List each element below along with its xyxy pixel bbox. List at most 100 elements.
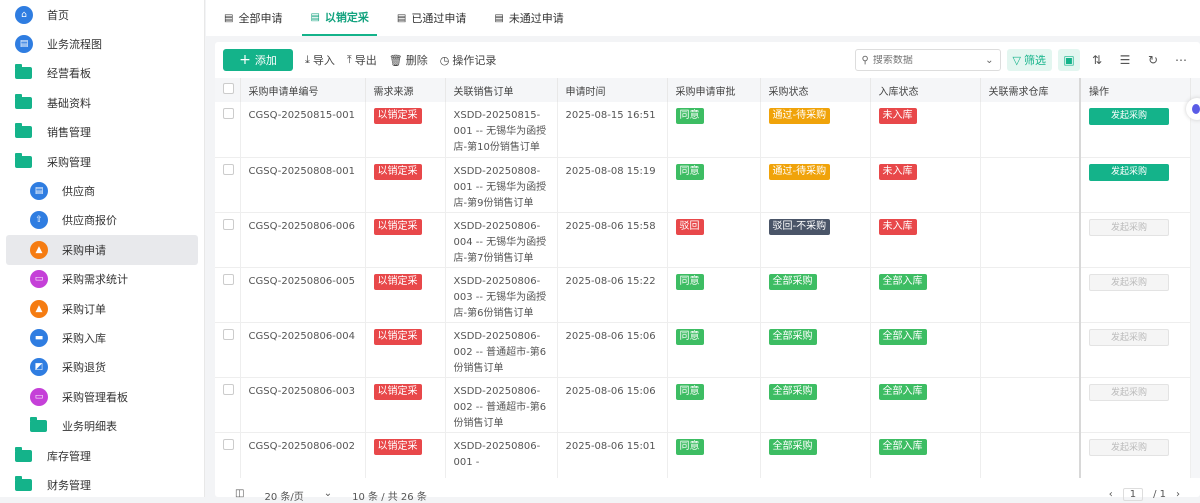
stock-status-badge: 全部入库 [878, 383, 927, 400]
column-header[interactable]: 申请时间 [557, 78, 668, 102]
chevron-down-icon[interactable]: ⌄ [324, 488, 332, 503]
sidebar-item[interactable]: ▲ 采购申请 [6, 235, 198, 265]
request-number: CGSQ-20250815-001 [248, 110, 355, 121]
search-box[interactable]: ⚲⌄ [854, 49, 1001, 71]
sidebar-item[interactable]: 业务明细表 [0, 411, 204, 440]
start-purchase-button[interactable]: 发起采购 [1089, 218, 1169, 236]
table-row[interactable]: CGSQ-20250806-002 以销定采 XSDD-20250806-001 -… [215, 432, 1191, 478]
column-header[interactable]: 入库状态 [870, 78, 981, 102]
source-badge-cell: 以销定采 [365, 212, 446, 268]
return-bag-icon: ◩ [30, 358, 48, 377]
request-number-cell: CGSQ-20250808-001 [240, 157, 366, 213]
download-icon: ⤓ [305, 53, 310, 66]
sidebar-item-label: 采购退货 [62, 361, 106, 375]
sidebar-item[interactable]: ▤ 供应商 [0, 176, 204, 205]
export-button[interactable]: ⤒ 导出 [347, 52, 377, 68]
table-row[interactable]: CGSQ-20250806-006 以销定采 XSDD-20250806-004 -… [215, 212, 1191, 268]
filter-button[interactable]: ▽ 筛选 [1006, 49, 1052, 71]
more-button[interactable]: ⋯ [1170, 49, 1192, 71]
row-checkbox[interactable] [223, 328, 234, 340]
chevron-down-icon[interactable]: ⌄ [985, 55, 993, 66]
table-row[interactable]: CGSQ-20250806-005 以销定采 XSDD-20250806-003 -… [215, 267, 1191, 323]
sidebar-item[interactable]: ▤ 业务流程图 [0, 29, 204, 58]
sidebar-item[interactable]: ◩ 采购退货 [0, 353, 204, 382]
delete-button[interactable]: 🗑 删除 [389, 52, 428, 68]
column-header[interactable]: 关联销售订单 [445, 78, 558, 102]
approval-badge: 同意 [675, 383, 704, 400]
column-header[interactable]: 采购申请审批 [667, 78, 761, 102]
tab[interactable]: ▤ 全部申请 [216, 0, 290, 36]
request-time: 2025-08-08 15:19 [565, 165, 656, 177]
add-button[interactable]: + 添加 [223, 49, 293, 71]
sidebar: ⌂ 首页 ▤ 业务流程图 经营看板 基础资料 销售管理 采购管理 ▤ 供应商 ⇧ 供应商报价 ▲ 采购申请… [0, 0, 205, 497]
source-badge-cell: 以销定采 [365, 102, 446, 158]
filter-icon: ▽ [1012, 53, 1021, 67]
request-time-cell: 2025-08-06 15:01 [557, 432, 668, 478]
action-cell: 发起采购 [1079, 102, 1191, 158]
purchase-status-badge: 全部采购 [768, 383, 817, 400]
refresh-icon: ↻ [1147, 53, 1159, 67]
approval-badge-cell: 同意 [667, 432, 761, 478]
sidebar-item[interactable]: ⇧ 供应商报价 [0, 206, 204, 235]
start-purchase-button[interactable]: 发起采购 [1089, 108, 1169, 125]
sidebar-item[interactable]: 财务管理 [0, 470, 204, 499]
source-badge: 以销定采 [373, 383, 422, 400]
column-header[interactable]: 采购申请单编号 [240, 78, 366, 102]
tab[interactable]: ▤ 以销定采 [302, 0, 377, 36]
sidebar-item[interactable]: 基础资料 [0, 88, 204, 117]
table-row[interactable]: CGSQ-20250806-004 以销定采 XSDD-20250806-002 -… [215, 322, 1191, 378]
source-badge-cell: 以销定采 [365, 377, 446, 433]
request-number: CGSQ-20250806-004 [248, 330, 355, 342]
column-header[interactable]: 关联需求仓库 [980, 78, 1081, 102]
note-button[interactable]: ▣ [1058, 49, 1080, 71]
select-all-checkbox[interactable] [223, 83, 234, 94]
import-button[interactable]: ⤓ 导入 [305, 52, 335, 68]
next-page-button[interactable]: › [1176, 489, 1180, 500]
tab[interactable]: ▤ 已通过申请 [389, 0, 474, 36]
prev-page-button[interactable]: ‹ [1109, 489, 1113, 500]
start-purchase-button[interactable]: 发起采购 [1089, 273, 1169, 291]
operation-log-button[interactable]: ◷ 操作记录 [440, 52, 497, 68]
sidebar-item[interactable]: 库存管理 [0, 441, 204, 470]
column-header[interactable]: 需求来源 [365, 78, 446, 102]
row-checkbox[interactable] [223, 383, 234, 395]
row-checkbox[interactable] [223, 218, 234, 230]
sort-button[interactable]: ⇅ [1086, 49, 1108, 71]
sidebar-item[interactable]: ▭ 采购需求统计 [0, 265, 204, 294]
page-input[interactable]: 1 [1122, 488, 1144, 501]
search-input[interactable] [872, 54, 986, 66]
column-header[interactable]: 操作 [1079, 78, 1191, 102]
request-number: CGSQ-20250806-003 [248, 385, 355, 397]
row-checkbox[interactable] [223, 163, 234, 175]
start-purchase-button[interactable]: 发起采购 [1089, 328, 1169, 346]
total-pages: / 1 [1153, 489, 1166, 500]
column-header[interactable]: 采购状态 [760, 78, 871, 102]
sidebar-item[interactable]: 销售管理 [0, 118, 204, 147]
sidebar-item[interactable]: ▬ 采购入库 [0, 323, 204, 352]
table-row[interactable]: CGSQ-20250806-003 以销定采 XSDD-20250806-002 -… [215, 377, 1191, 433]
sidebar-item[interactable]: ▲ 采购订单 [0, 294, 204, 323]
columns-button[interactable]: ☰ [1114, 49, 1136, 71]
sidebar-item[interactable]: 采购管理 [0, 147, 204, 176]
start-purchase-button[interactable]: 发起采购 [1089, 163, 1169, 181]
start-purchase-button[interactable]: 发起采购 [1089, 383, 1169, 401]
table-row[interactable]: CGSQ-20250808-001 以销定采 XSDD-20250808-001 -… [215, 157, 1191, 213]
page-size-select[interactable]: 20 条/页 [264, 488, 303, 503]
action-cell: 发起采购 [1079, 377, 1191, 433]
table-icon: ▤ [494, 12, 504, 24]
action-cell: 发起采购 [1079, 322, 1191, 378]
sidebar-item[interactable]: 经营看板 [0, 59, 204, 88]
table-icon: ▤ [310, 11, 320, 23]
table-row[interactable]: CGSQ-20250815-001 以销定采 XSDD-20250815-001 -… [215, 102, 1191, 158]
row-checkbox[interactable] [223, 273, 234, 285]
refresh-button[interactable]: ↻ [1142, 49, 1164, 71]
sidebar-item[interactable]: ▭ 采购管理看板 [0, 382, 204, 411]
request-number-cell: CGSQ-20250806-006 [240, 212, 366, 268]
row-checkbox[interactable] [223, 438, 234, 450]
start-purchase-button[interactable]: 发起采购 [1089, 438, 1169, 456]
sidebar-item[interactable]: ⌂ 首页 [0, 0, 204, 29]
tab[interactable]: ▤ 未通过申请 [486, 0, 571, 36]
log-label: 操作记录 [452, 54, 497, 67]
sidebar-item-label: 采购管理看板 [62, 390, 128, 404]
row-checkbox[interactable] [223, 108, 234, 119]
